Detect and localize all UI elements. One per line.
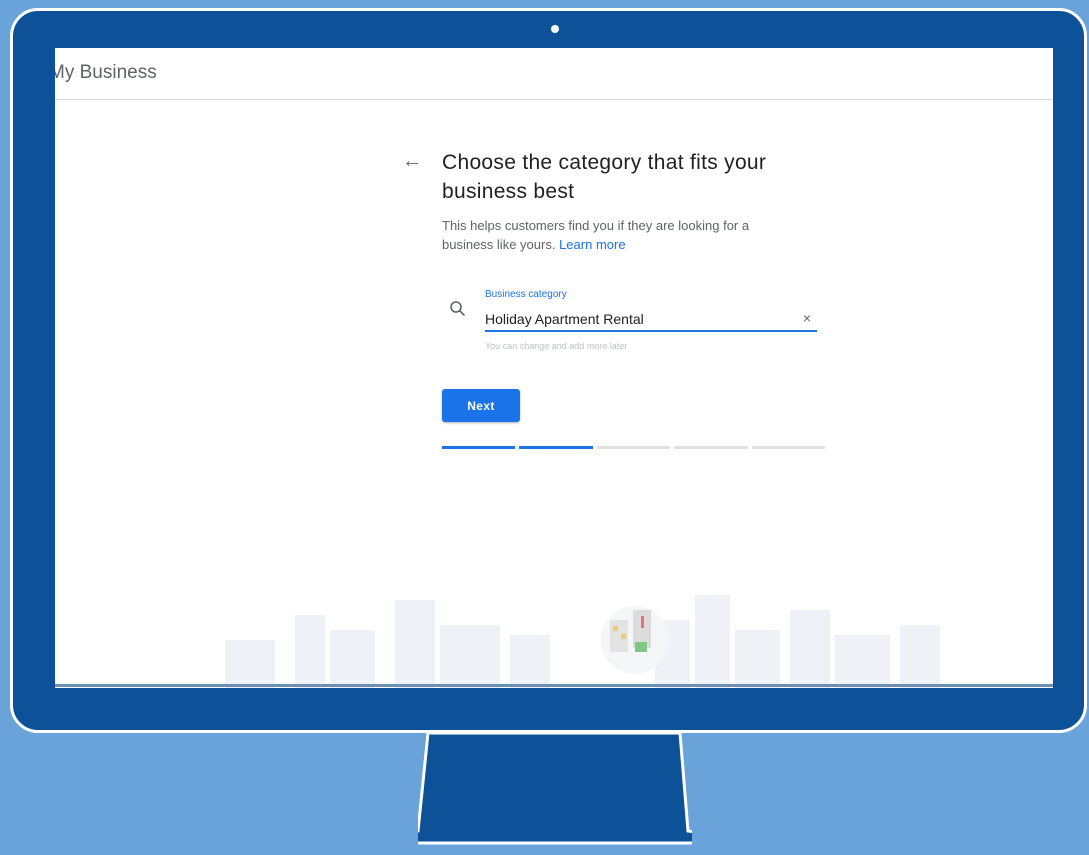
app-title: My Business <box>55 62 157 83</box>
onboarding-step: ← Choose the category that fits your bus… <box>55 100 1053 688</box>
monitor-stand <box>418 733 692 845</box>
browser-screen: My Business ← Choose the category that f… <box>55 48 1053 688</box>
progress-step <box>442 446 516 449</box>
progress-step <box>519 446 593 449</box>
webcam-dot <box>551 25 559 33</box>
screen-bottom-edge <box>55 684 1053 687</box>
app-header: My Business <box>55 48 1053 100</box>
page-title: Choose the category that fits your busin… <box>442 151 767 203</box>
page-description: This helps customers find you if they ar… <box>442 216 802 254</box>
arrow-left-icon[interactable]: ← <box>401 150 423 172</box>
learn-more-link[interactable]: Learn more <box>559 237 625 252</box>
progress-step <box>751 446 826 449</box>
progress-step <box>674 446 748 449</box>
city-skyline-illustration <box>225 595 940 688</box>
category-field-label: Business category <box>485 289 567 300</box>
category-helper-text: You can change and add more later <box>485 341 628 351</box>
progress-step <box>596 446 671 449</box>
close-icon[interactable]: × <box>800 311 814 325</box>
step-progress <box>442 446 826 449</box>
next-button[interactable]: Next <box>442 389 520 422</box>
search-icon <box>450 301 466 317</box>
business-category-input[interactable] <box>485 310 817 332</box>
